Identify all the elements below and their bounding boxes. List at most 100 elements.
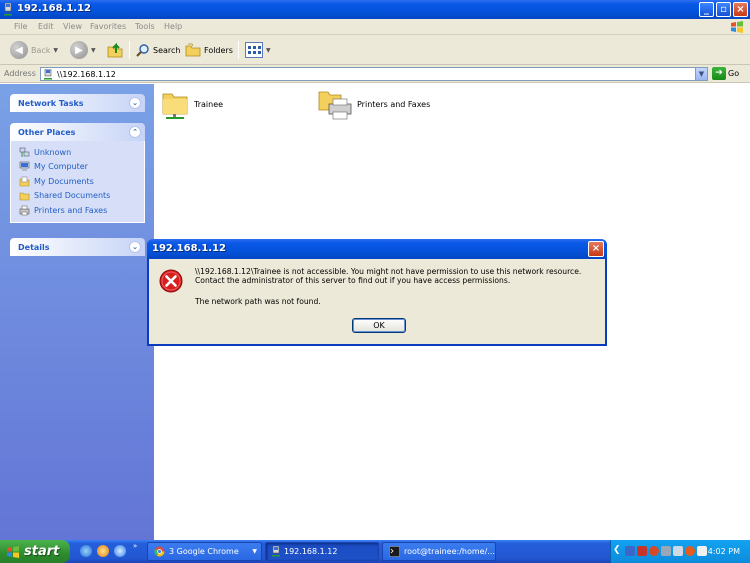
toolbar-separator — [238, 41, 239, 59]
address-label: Address — [4, 69, 36, 78]
folders-label: Folders — [204, 45, 233, 55]
up-folder-icon — [107, 42, 123, 58]
chevron-down-icon: ▼ — [266, 46, 271, 54]
folders-icon — [185, 43, 201, 57]
up-folder-button[interactable] — [106, 40, 124, 60]
network-computer-icon — [44, 69, 52, 80]
place-printers-and-faxes[interactable]: Printers and Faxes — [19, 203, 144, 218]
network-tray-icon[interactable] — [625, 546, 635, 556]
address-value: \\192.168.1.12 — [57, 70, 116, 79]
volume-tray-icon[interactable] — [697, 546, 707, 556]
shared-folder-icon — [162, 93, 188, 119]
start-button[interactable]: start — [0, 540, 70, 563]
chat-tray-icon[interactable] — [673, 546, 683, 556]
menu-bar: File Edit View Favorites Tools Help — [0, 19, 750, 35]
go-label: Go — [728, 69, 740, 78]
antivirus-tray-icon[interactable] — [637, 546, 647, 556]
chevron-down-icon: ▼ — [53, 46, 59, 54]
place-shared-documents[interactable]: Shared Documents — [19, 189, 144, 204]
toolbar-separator — [129, 41, 130, 59]
printer-icon — [19, 205, 30, 215]
taskbar: start » 3 Google Chrome ▼ 192.168.1.12 r… — [0, 540, 750, 563]
maximize-button[interactable]: ▫ — [716, 2, 731, 17]
address-dropdown-button[interactable]: ▼ — [695, 68, 707, 80]
collapse-chevron-icon[interactable]: ⌃ — [129, 126, 141, 138]
forward-button[interactable]: ▶ ▼ — [70, 40, 96, 60]
task-pane: Network Tasks ⌄ Other Places ⌃ Unknown M… — [0, 84, 154, 540]
views-button[interactable]: ▼ — [245, 40, 271, 60]
other-places-panel: Other Places ⌃ Unknown My Computer My Do… — [10, 123, 145, 223]
show-desktop-icon[interactable] — [80, 545, 92, 557]
views-icon — [245, 42, 263, 58]
menu-favorites[interactable]: Favorites — [90, 22, 126, 31]
task-label: root@trainee:/home/... — [404, 547, 495, 556]
place-label: Unknown — [34, 147, 72, 157]
other-places-header[interactable]: Other Places ⌃ — [10, 123, 145, 141]
chevron-down-icon: ▼ — [252, 548, 257, 555]
back-button[interactable]: ◀ Back ▼ — [10, 40, 58, 60]
update-tray-icon[interactable] — [685, 546, 695, 556]
place-label: Shared Documents — [34, 191, 111, 201]
close-button[interactable]: × — [733, 2, 748, 17]
task-google-chrome[interactable]: 3 Google Chrome ▼ — [147, 542, 262, 561]
network-computer-icon — [272, 546, 280, 557]
menu-help[interactable]: Help — [164, 22, 182, 31]
place-unknown[interactable]: Unknown — [19, 145, 144, 160]
ok-button[interactable]: OK — [352, 318, 406, 333]
tray-collapse-icon[interactable]: ❮ — [613, 545, 621, 555]
my-computer-icon — [19, 161, 30, 172]
other-places-title: Other Places — [18, 128, 76, 137]
task-terminal[interactable]: root@trainee:/home/... — [382, 542, 496, 561]
network-tasks-panel: Network Tasks ⌄ — [10, 94, 145, 112]
chrome-icon — [154, 546, 165, 557]
dialog-title-bar[interactable]: 192.168.1.12 × — [147, 239, 607, 259]
quicklaunch-chevron-icon[interactable]: » — [133, 542, 137, 550]
back-label: Back — [31, 45, 51, 55]
back-arrow-icon: ◀ — [10, 41, 28, 59]
place-my-computer[interactable]: My Computer — [19, 160, 144, 175]
folders-button[interactable]: Folders — [185, 40, 233, 60]
place-label: My Computer — [34, 162, 88, 172]
details-panel: Details ⌄ — [10, 238, 145, 256]
item-label: Printers and Faxes — [357, 99, 431, 109]
firefox-icon[interactable] — [97, 545, 109, 557]
monitor-tray-icon[interactable] — [661, 546, 671, 556]
error-icon — [159, 269, 183, 293]
network-tasks-header[interactable]: Network Tasks ⌄ — [10, 94, 145, 112]
menu-edit[interactable]: Edit — [38, 22, 54, 31]
details-header[interactable]: Details ⌄ — [10, 238, 145, 256]
menu-tools[interactable]: Tools — [135, 22, 155, 31]
item-label: Trainee — [194, 99, 224, 109]
shared-folder-icon — [19, 192, 30, 201]
details-title: Details — [18, 243, 50, 252]
other-places-list: Unknown My Computer My Documents Shared … — [10, 141, 145, 223]
system-tray: ❮ 4:02 PM — [610, 540, 750, 563]
place-label: My Documents — [34, 176, 94, 186]
media-player-icon[interactable] — [114, 545, 126, 557]
search-label: Search — [153, 45, 181, 55]
expand-chevron-icon[interactable]: ⌄ — [129, 97, 141, 109]
go-arrow-icon: ➔ — [712, 67, 726, 80]
search-icon — [136, 44, 149, 57]
address-bar: Address \\192.168.1.12 ▼ ➔ Go — [0, 65, 750, 83]
network-computer-icon — [4, 3, 12, 16]
dialog-close-button[interactable]: × — [588, 241, 604, 257]
windows-flag-icon — [7, 545, 19, 558]
task-192-168-1-12[interactable]: 192.168.1.12 — [265, 542, 379, 561]
error-dialog: 192.168.1.12 × \\192.168.1.12\Trainee is… — [147, 239, 607, 346]
expand-chevron-icon[interactable]: ⌄ — [129, 241, 141, 253]
security-tray-icon[interactable] — [649, 546, 659, 556]
printers-and-faxes-item[interactable]: Printers and Faxes — [317, 88, 430, 120]
menu-file[interactable]: File — [14, 22, 27, 31]
windows-flag-icon — [731, 21, 743, 33]
menu-view[interactable]: View — [63, 22, 82, 31]
go-button[interactable]: ➔ Go — [712, 67, 739, 80]
share-trainee[interactable]: Trainee — [160, 88, 223, 120]
minimize-button[interactable]: _ — [699, 2, 714, 17]
window-title-bar[interactable]: 192.168.1.12 _ ▫ × — [0, 0, 750, 19]
task-label: 192.168.1.12 — [284, 547, 338, 556]
chevron-down-icon: ▼ — [91, 46, 96, 54]
place-my-documents[interactable]: My Documents — [19, 174, 144, 189]
search-button[interactable]: Search — [136, 40, 180, 60]
address-input[interactable]: \\192.168.1.12 ▼ — [40, 67, 708, 81]
